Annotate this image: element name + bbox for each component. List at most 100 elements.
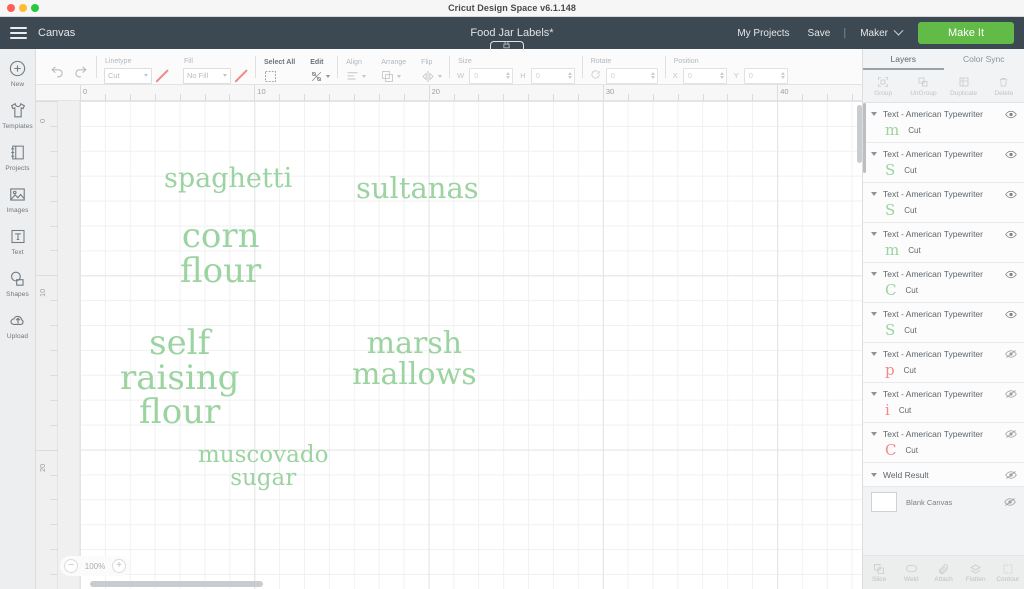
design-canvas[interactable]: spaghetti sultanas corn flour self raising … — [36, 85, 862, 589]
delete-button[interactable]: Delete — [984, 70, 1024, 102]
sidebar-item-shapes[interactable]: Shapes — [0, 267, 36, 298]
position-x-input[interactable]: 0 — [682, 67, 727, 84]
paperclip-icon — [938, 562, 950, 575]
slice-button[interactable]: Slice — [863, 556, 895, 589]
layer-item[interactable]: Text - American Typewriter S Cut — [863, 183, 1024, 223]
duplicate-button[interactable]: Duplicate — [944, 70, 984, 102]
caret-down-icon[interactable] — [871, 392, 877, 396]
weld-result-layer[interactable]: Weld Result — [863, 463, 1024, 487]
flatten-button[interactable]: Flatten — [960, 556, 992, 589]
canvas-text-object[interactable]: spaghetti — [164, 165, 292, 193]
canvas-label[interactable]: Canvas — [38, 27, 75, 39]
layer-item[interactable]: Text - American Typewriter C Cut — [863, 263, 1024, 303]
menu-hamburger-icon[interactable] — [0, 27, 36, 39]
align-button[interactable] — [345, 69, 367, 84]
attach-button[interactable]: Attach — [927, 556, 959, 589]
layer-item[interactable]: Text - American Typewriter i Cut — [863, 383, 1024, 423]
canvas-text-object[interactable]: muscovado sugar — [198, 443, 328, 491]
sidebar-item-text[interactable]: Text — [0, 225, 36, 256]
canvas-sheet[interactable]: spaghetti sultanas corn flour self raising … — [80, 101, 862, 589]
layers-list[interactable]: Text - American Typewriter m Cut Text - Ame… — [863, 103, 1024, 555]
blank-canvas-row[interactable]: Blank Canvas — [863, 487, 1024, 517]
position-y-stepper[interactable] — [780, 72, 785, 79]
layer-item[interactable]: Text - American Typewriter p Cut — [863, 343, 1024, 383]
horizontal-scrollbar-thumb[interactable] — [90, 581, 263, 587]
height-stepper[interactable] — [567, 72, 572, 79]
fill-color-swatch[interactable] — [234, 69, 248, 83]
zoom-out-button[interactable]: − — [64, 559, 78, 573]
sidebar-item-upload[interactable]: Upload — [0, 309, 36, 340]
layer-item[interactable]: Text - American Typewriter m Cut — [863, 223, 1024, 263]
lock-icon[interactable] — [502, 36, 511, 54]
flip-button[interactable] — [420, 69, 443, 84]
canvas-text-object[interactable]: corn flour — [180, 219, 261, 289]
caret-down-icon[interactable] — [871, 232, 877, 236]
undo-icon[interactable] — [49, 62, 66, 84]
caret-down-icon[interactable] — [871, 352, 877, 356]
group-icon — [877, 76, 889, 89]
edit-button[interactable] — [309, 69, 331, 84]
ungroup-button[interactable]: UnGroup — [903, 70, 943, 102]
redo-icon[interactable] — [72, 62, 89, 84]
caret-down-icon[interactable] — [871, 192, 877, 196]
sidebar-item-new[interactable]: New — [0, 57, 36, 88]
canvas-text-object[interactable]: marsh mallows — [352, 328, 477, 390]
sidebar-item-templates[interactable]: Templates — [0, 99, 36, 130]
vertical-scrollbar-thumb[interactable] — [857, 105, 862, 163]
weld-button[interactable]: Weld — [895, 556, 927, 589]
linetype-color-swatch[interactable] — [155, 69, 169, 83]
ruler-tick — [254, 85, 256, 101]
caret-down-icon[interactable] — [871, 272, 877, 276]
select-all-button[interactable] — [263, 69, 278, 84]
layers-scrollbar-thumb[interactable] — [863, 103, 866, 173]
canvas-text-object[interactable]: self raising flour — [120, 326, 239, 430]
position-x-stepper[interactable] — [719, 72, 724, 79]
caret-down-icon[interactable] — [871, 112, 877, 116]
arrange-button[interactable] — [380, 69, 402, 84]
zoom-level-value: 100% — [84, 561, 106, 571]
horizontal-scrollbar[interactable] — [80, 581, 856, 587]
caret-down-icon[interactable] — [871, 432, 877, 436]
contour-button[interactable]: Contour — [992, 556, 1024, 589]
linetype-select[interactable]: Cut — [104, 67, 152, 84]
left-sidebar: New Templates Projects Images Text Shape… — [0, 49, 36, 589]
eye-icon[interactable] — [1005, 150, 1017, 159]
tab-color-sync[interactable]: Color Sync — [944, 49, 1024, 70]
machine-selector[interactable]: Maker — [850, 25, 910, 39]
eye-icon[interactable] — [1005, 230, 1017, 239]
layer-item[interactable]: Text - American Typewriter S Cut — [863, 303, 1024, 343]
my-projects-link[interactable]: My Projects — [728, 28, 798, 39]
save-button[interactable]: Save — [799, 28, 840, 39]
caret-down-icon[interactable] — [871, 312, 877, 316]
tab-layers[interactable]: Layers — [863, 49, 944, 70]
eye-hidden-icon[interactable] — [1004, 497, 1016, 507]
layer-item[interactable]: Text - American Typewriter C Cut — [863, 423, 1024, 463]
eye-hidden-icon[interactable] — [1005, 349, 1017, 359]
group-button[interactable]: Group — [863, 70, 903, 102]
make-it-button[interactable]: Make It — [918, 22, 1014, 44]
eye-hidden-icon[interactable] — [1005, 470, 1017, 480]
layer-item[interactable]: Text - American Typewriter S Cut — [863, 143, 1024, 183]
sidebar-item-projects[interactable]: Projects — [0, 141, 36, 172]
eye-icon[interactable] — [1005, 270, 1017, 279]
caret-down-icon[interactable] — [871, 152, 877, 156]
sidebar-item-images[interactable]: Images — [0, 183, 36, 214]
width-stepper[interactable] — [506, 72, 511, 79]
eye-icon[interactable] — [1005, 310, 1017, 319]
zoom-in-button[interactable]: + — [112, 559, 126, 573]
position-y-input[interactable]: 0 — [743, 67, 788, 84]
blank-canvas-swatch[interactable] — [871, 492, 897, 512]
layer-item[interactable]: Text - American Typewriter m Cut — [863, 103, 1024, 143]
eye-hidden-icon[interactable] — [1005, 429, 1017, 439]
rotate-input[interactable]: 0 — [605, 67, 658, 84]
height-input[interactable]: 0 — [530, 67, 575, 84]
ruler-tick — [50, 374, 58, 376]
canvas-text-object[interactable]: sultanas — [356, 173, 479, 204]
caret-down-icon[interactable] — [871, 473, 877, 477]
eye-icon[interactable] — [1005, 110, 1017, 119]
fill-select[interactable]: No Fill — [183, 67, 231, 84]
eye-icon[interactable] — [1005, 190, 1017, 199]
rotate-stepper[interactable] — [650, 72, 655, 79]
width-input[interactable]: 0 — [469, 67, 514, 84]
eye-hidden-icon[interactable] — [1005, 389, 1017, 399]
